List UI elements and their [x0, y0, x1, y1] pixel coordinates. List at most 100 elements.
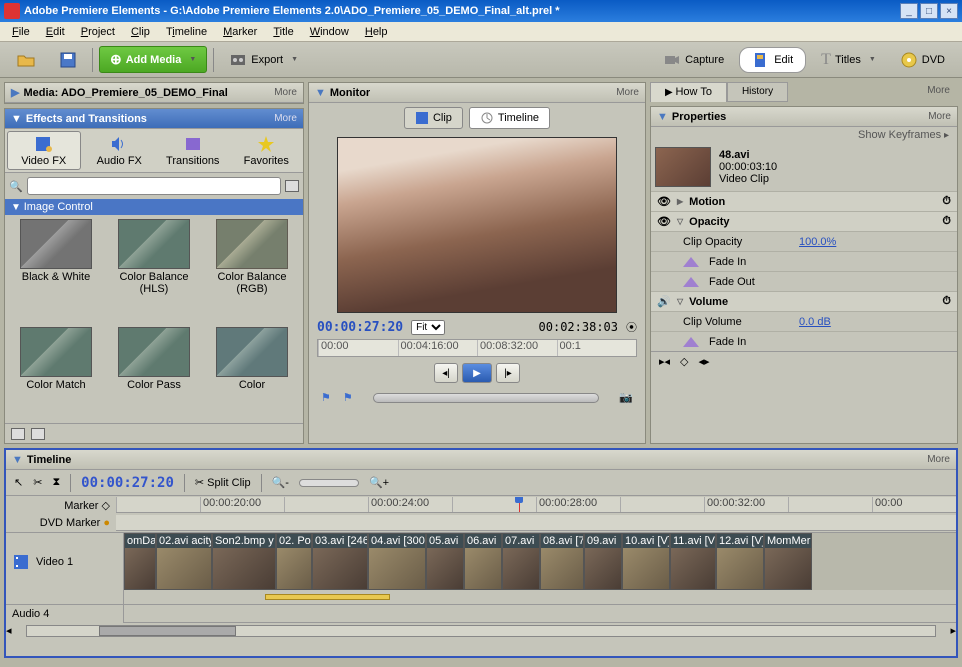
- timeline-clip[interactable]: 12.avi [V]: [716, 533, 764, 590]
- video-track-clips[interactable]: omDay02.avi acitySon2.bmp y02. Pos03.avi…: [124, 533, 956, 590]
- howto-tab[interactable]: ▶ How To: [650, 82, 727, 102]
- edit-mode-button[interactable]: Edit: [739, 47, 806, 73]
- stopwatch-icon[interactable]: ⏱: [942, 295, 951, 308]
- monitor-video[interactable]: [337, 137, 617, 313]
- audio-fx-tab[interactable]: Audio FX: [83, 129, 157, 172]
- effects-search-input[interactable]: [27, 177, 281, 195]
- timeline-clip[interactable]: 09.avi: [584, 533, 622, 590]
- stopwatch-icon[interactable]: ⏱: [942, 195, 951, 208]
- menu-clip[interactable]: Clip: [123, 24, 158, 40]
- titles-button[interactable]: TTitles: [812, 46, 885, 74]
- timeline-clip[interactable]: 10.avi [V]: [622, 533, 670, 590]
- timeline-clip[interactable]: MomMeri: [764, 533, 812, 590]
- timeline-more[interactable]: More: [927, 454, 950, 465]
- next-frame-button[interactable]: |▸: [496, 363, 520, 383]
- effects-category[interactable]: ▼ Image Control: [5, 199, 303, 215]
- maximize-button[interactable]: □: [920, 3, 938, 19]
- media-more[interactable]: More: [274, 87, 297, 98]
- timeline-clip[interactable]: 08.avi [7: [540, 533, 584, 590]
- timeline-clip[interactable]: 11.avi [V: [670, 533, 716, 590]
- monitor-zoom-select[interactable]: Fit: [411, 320, 445, 335]
- selection-tool[interactable]: ↖: [14, 476, 23, 489]
- timeline-clip[interactable]: omDay: [124, 533, 156, 590]
- eye-icon[interactable]: 👁: [657, 215, 671, 229]
- dvd-button[interactable]: DVD: [891, 46, 954, 74]
- clip-opacity-value[interactable]: 100.0%: [799, 236, 836, 248]
- transition-bar[interactable]: [265, 594, 390, 600]
- menu-marker[interactable]: Marker: [215, 24, 265, 40]
- timeline-scrollbar[interactable]: ◂▸: [6, 622, 956, 638]
- timeline-ruler[interactable]: 00:00:20:0000:00:24:0000:00:28:0000:00:3…: [116, 497, 956, 513]
- menu-window[interactable]: Window: [302, 24, 357, 40]
- volume-fade-in-button[interactable]: Fade In: [651, 331, 957, 351]
- snapshot-button[interactable]: 📷: [619, 391, 633, 405]
- timeline-clip[interactable]: 02.avi acity: [156, 533, 212, 590]
- fade-out-button[interactable]: Fade Out: [651, 271, 957, 291]
- motion-section[interactable]: 👁▶Motion⏱: [651, 191, 957, 211]
- clip-volume-value[interactable]: 0.0 dB: [799, 316, 831, 328]
- split-clip-button[interactable]: ✂ Split Clip: [195, 476, 251, 489]
- effect-item[interactable]: Color Balance (HLS): [107, 219, 201, 323]
- capture-button[interactable]: Capture: [654, 46, 733, 74]
- menu-project[interactable]: Project: [73, 24, 123, 40]
- monitor-more[interactable]: More: [616, 87, 639, 98]
- transitions-tab[interactable]: Transitions: [156, 129, 230, 172]
- monitor-timeline-tab[interactable]: Timeline: [469, 107, 550, 129]
- save-button[interactable]: [50, 46, 86, 74]
- menu-file[interactable]: File: [4, 24, 38, 40]
- menu-title[interactable]: Title: [265, 24, 301, 40]
- properties-more[interactable]: More: [928, 111, 951, 122]
- effect-item[interactable]: Black & White: [9, 219, 103, 323]
- effect-item[interactable]: Color Match: [9, 327, 103, 419]
- eye-icon[interactable]: 👁: [657, 195, 671, 209]
- marker-icon[interactable]: ◇: [102, 500, 110, 512]
- thumb-view-button[interactable]: [31, 428, 45, 440]
- out-point-icon[interactable]: ⚑: [343, 391, 353, 405]
- minimize-button[interactable]: _: [900, 3, 918, 19]
- timeline-clip[interactable]: 02. Pos: [276, 533, 312, 590]
- playhead[interactable]: [519, 497, 520, 513]
- add-media-button[interactable]: ⊕Add Media: [99, 46, 207, 73]
- prev-frame-button[interactable]: ◂|: [434, 363, 458, 383]
- monitor-ruler[interactable]: 00:0000:04:16:0000:08:32:0000:1: [317, 339, 637, 357]
- history-tab[interactable]: History: [727, 82, 788, 102]
- volume-section[interactable]: 🔊▽Volume⏱: [651, 291, 957, 311]
- close-button[interactable]: ×: [940, 3, 958, 19]
- video-fx-tab[interactable]: Video FX: [7, 131, 81, 170]
- timeline-clip[interactable]: 03.avi [246.2: [312, 533, 368, 590]
- timeline-timecode[interactable]: 00:00:27:20: [81, 475, 174, 491]
- timeline-clip[interactable]: 04.avi [300%: [368, 533, 426, 590]
- shuttle-slider[interactable]: [373, 393, 600, 403]
- play-button[interactable]: ▶: [462, 363, 492, 383]
- timeline-clip[interactable]: 05.avi: [426, 533, 464, 590]
- export-button[interactable]: Export: [220, 46, 307, 74]
- new-folder-button[interactable]: [285, 180, 299, 192]
- open-button[interactable]: [8, 46, 44, 74]
- timeline-clip[interactable]: 07.avi: [502, 533, 540, 590]
- speaker-icon[interactable]: 🔊: [657, 295, 671, 309]
- list-view-button[interactable]: [11, 428, 25, 440]
- zoom-out-button[interactable]: 🔍-: [272, 476, 289, 489]
- zoom-slider[interactable]: [299, 479, 359, 487]
- opacity-section[interactable]: 👁▽Opacity⏱: [651, 211, 957, 231]
- effect-item[interactable]: Color Balance (RGB): [205, 219, 299, 323]
- menu-timeline[interactable]: Timeline: [158, 24, 215, 40]
- favorites-tab[interactable]: Favorites: [230, 129, 304, 172]
- options-icon[interactable]: ⦿: [626, 319, 637, 335]
- fade-in-button[interactable]: Fade In: [651, 251, 957, 271]
- stopwatch-icon[interactable]: ⏱: [942, 215, 951, 228]
- menu-help[interactable]: Help: [357, 24, 396, 40]
- dvd-marker-icon[interactable]: ●: [103, 517, 110, 529]
- prev-keyframe-icon[interactable]: ▸◂: [659, 355, 670, 368]
- effect-item[interactable]: Color Pass: [107, 327, 201, 419]
- right-more[interactable]: More: [919, 82, 958, 102]
- add-keyframe-icon[interactable]: ◇: [680, 355, 688, 368]
- timeline-clip[interactable]: 06.avi: [464, 533, 502, 590]
- in-point-icon[interactable]: ⚑: [321, 391, 331, 405]
- keyframe-nav-icon[interactable]: ◂▸: [699, 355, 710, 368]
- show-keyframes-button[interactable]: Show Keyframes ▸: [651, 127, 957, 143]
- effects-more[interactable]: More: [274, 113, 297, 124]
- menu-edit[interactable]: Edit: [38, 24, 73, 40]
- effect-item[interactable]: Color: [205, 327, 299, 419]
- time-tool[interactable]: ⧗: [52, 476, 60, 489]
